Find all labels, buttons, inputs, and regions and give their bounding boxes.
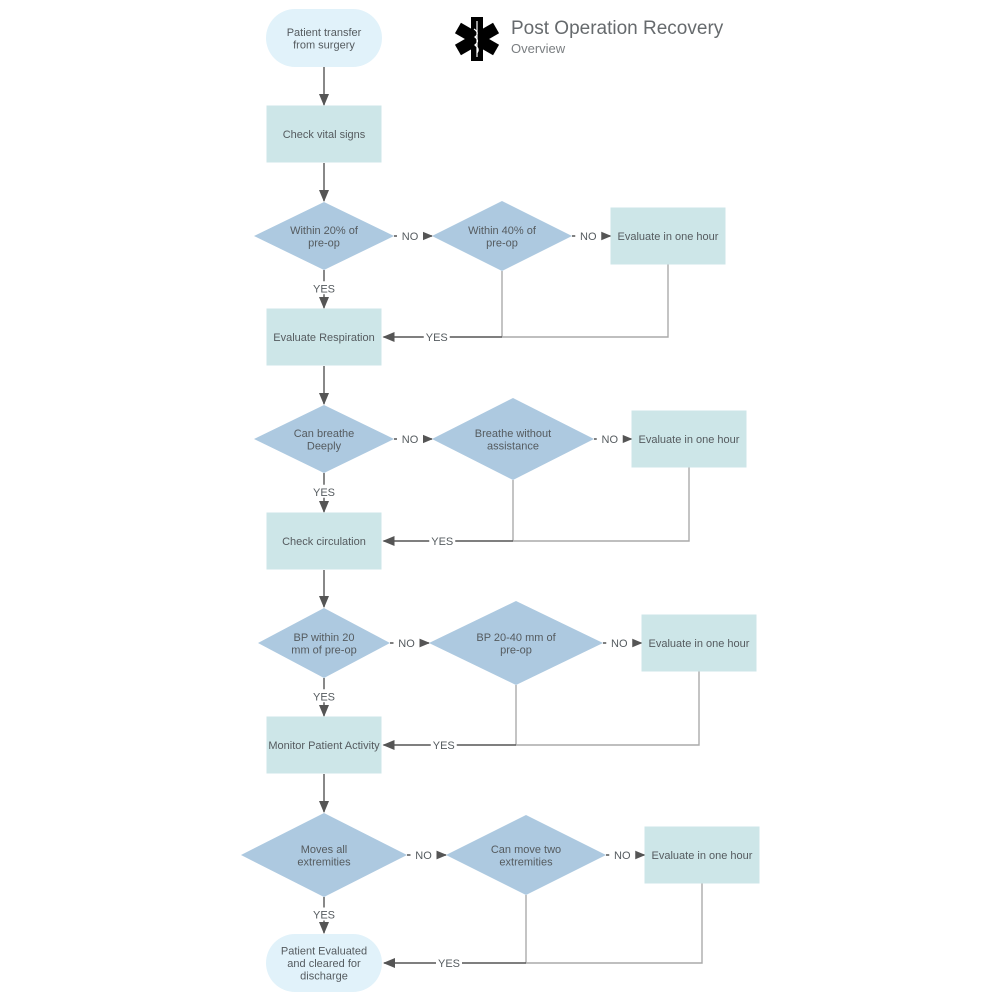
node-label: Can move two — [491, 844, 561, 856]
edge-label-yes: YES — [313, 910, 335, 922]
connector-line — [526, 883, 703, 964]
node-label: extremities — [297, 856, 351, 868]
connector-line — [516, 671, 700, 746]
edge-label-no: NO — [402, 231, 419, 243]
node-bp2040[interactable]: BP 20-40 mm ofpre-op — [429, 601, 603, 685]
node-label: Deeply — [307, 440, 342, 452]
edge-label-no: NO — [614, 850, 631, 862]
edge-label-yes: YES — [438, 958, 460, 970]
edge-label-no: NO — [415, 850, 432, 862]
node-label: mm of pre-op — [291, 644, 356, 656]
node-eval3[interactable]: Evaluate in one hour — [641, 614, 757, 672]
node-label: BP within 20 — [294, 632, 355, 644]
node-label: assistance — [487, 440, 539, 452]
node-label: Evaluate in one hour — [618, 231, 719, 243]
node-label: discharge — [300, 971, 348, 983]
node-moves-two[interactable]: Can move twoextremities — [446, 815, 606, 895]
node-label: Check circulation — [282, 536, 366, 548]
node-label: BP 20-40 mm of — [476, 632, 556, 644]
node-label: and cleared for — [287, 958, 361, 970]
node-eval-resp[interactable]: Evaluate Respiration — [266, 308, 382, 366]
node-label: Evaluate in one hour — [652, 850, 753, 862]
node-label: Breathe without — [475, 428, 551, 440]
node-label: Evaluate Respiration — [273, 332, 375, 344]
node-eval2[interactable]: Evaluate in one hour — [631, 410, 747, 468]
edge-label-yes: YES — [313, 283, 335, 295]
node-within20[interactable]: Within 20% ofpre-op — [254, 202, 394, 270]
node-label: from surgery — [293, 39, 355, 51]
edge-label-no: NO — [611, 638, 628, 650]
edge-label-yes: YES — [313, 487, 335, 499]
node-end[interactable]: Patient Evaluatedand cleared fordischarg… — [266, 934, 382, 992]
edge-label-no: NO — [402, 434, 419, 446]
node-bp20[interactable]: BP within 20mm of pre-op — [258, 608, 390, 678]
node-label: Within 40% of — [468, 225, 537, 237]
edge-label-yes: YES — [433, 740, 455, 752]
node-label: Monitor Patient Activity — [268, 740, 380, 752]
node-monitor[interactable]: Monitor Patient Activity — [266, 716, 382, 774]
star-of-life-icon — [454, 17, 500, 61]
node-label: pre-op — [500, 644, 532, 656]
node-breathe-deep[interactable]: Can breatheDeeply — [254, 405, 394, 473]
node-label: extremities — [499, 856, 553, 868]
node-label: Within 20% of — [290, 225, 359, 237]
page-subtitle: Overview — [511, 41, 566, 56]
node-label: pre-op — [308, 237, 340, 249]
edge-label-no: NO — [398, 638, 415, 650]
node-label: Evaluate in one hour — [649, 638, 750, 650]
edge-label-yes: YES — [431, 536, 453, 548]
flowchart: Post Operation Recovery Overview Patient… — [241, 9, 760, 992]
node-check-circ[interactable]: Check circulation — [266, 512, 382, 570]
edge-label-yes: YES — [313, 691, 335, 703]
connector-line — [502, 264, 669, 338]
edge-label-no: NO — [580, 231, 597, 243]
node-moves-all[interactable]: Moves allextremities — [241, 813, 407, 897]
node-eval4[interactable]: Evaluate in one hour — [644, 826, 760, 884]
node-start[interactable]: Patient transferfrom surgery — [266, 9, 382, 67]
node-eval1[interactable]: Evaluate in one hour — [610, 207, 726, 265]
node-label: Evaluate in one hour — [639, 434, 740, 446]
node-label: Patient Evaluated — [281, 946, 367, 958]
page-title: Post Operation Recovery — [511, 18, 724, 39]
node-label: pre-op — [486, 237, 518, 249]
node-label: Patient transfer — [287, 27, 362, 39]
edge-label-no: NO — [602, 434, 619, 446]
nodes: Patient transferfrom surgery Check vital … — [241, 9, 760, 992]
connector-line — [513, 467, 690, 542]
node-label: Can breathe — [294, 428, 355, 440]
header: Post Operation Recovery Overview — [454, 17, 724, 61]
node-label: Check vital signs — [283, 129, 366, 141]
node-label: Moves all — [301, 844, 347, 856]
node-within40[interactable]: Within 40% ofpre-op — [432, 201, 572, 271]
node-check-vitals[interactable]: Check vital signs — [266, 105, 382, 163]
node-breathe-noassist[interactable]: Breathe withoutassistance — [432, 398, 594, 480]
edge-label-yes: YES — [426, 332, 448, 344]
